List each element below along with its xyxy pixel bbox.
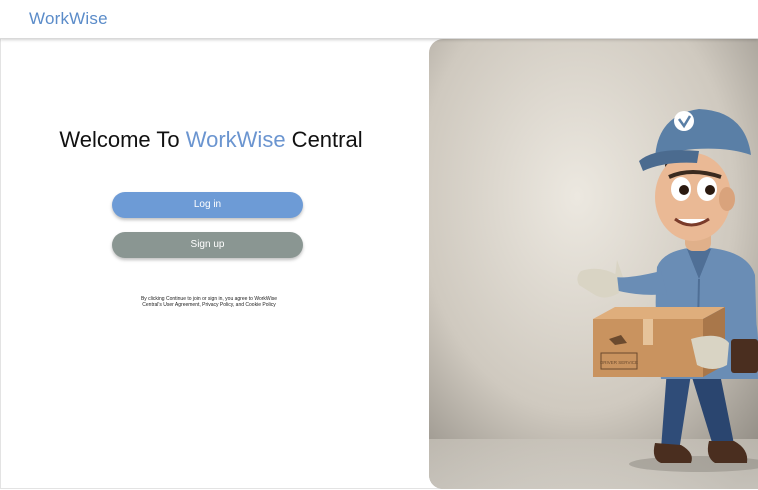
top-bar: WorkWise [0, 0, 758, 39]
auth-panel [0, 39, 428, 490]
welcome-suffix: Central [285, 127, 363, 152]
page-title: Welcome To WorkWise Central [0, 127, 422, 153]
hero-image: DRIVER SERVICE [429, 39, 758, 489]
legal-notice: By clicking Continue to join or sign in,… [112, 296, 306, 308]
signup-button[interactable]: Sign up [112, 232, 303, 258]
delivery-man-illustration: DRIVER SERVICE [429, 39, 758, 489]
legal-line-2: Central's User Agreement, Privacy Policy… [142, 302, 276, 308]
welcome-prefix: Welcome To [59, 127, 186, 152]
login-button[interactable]: Log in [112, 192, 303, 218]
brand-logo[interactable]: WorkWise [29, 9, 108, 29]
welcome-brand: WorkWise [185, 127, 286, 152]
box-label: DRIVER SERVICE [600, 360, 638, 365]
